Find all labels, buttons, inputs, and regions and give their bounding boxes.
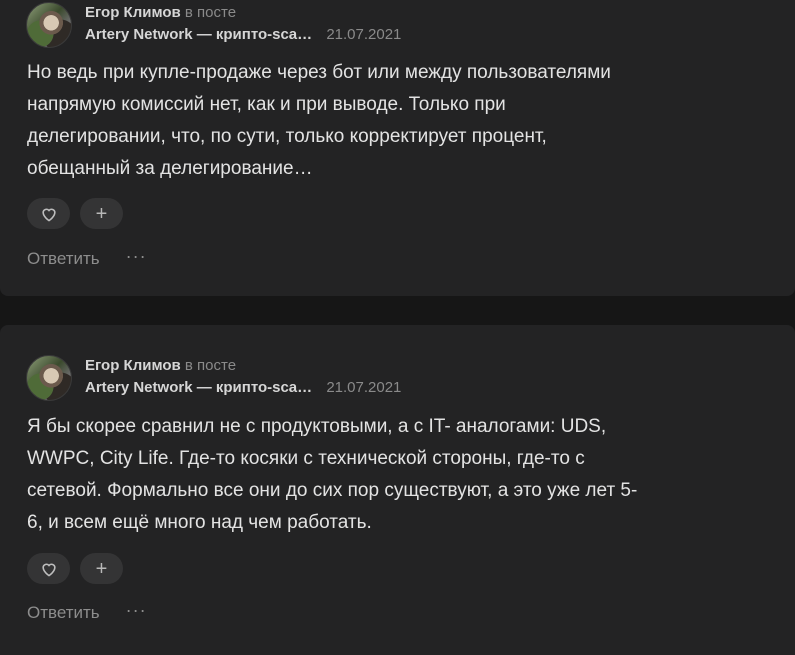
comment-date[interactable]: 21.07.2021 [326,379,401,396]
comment-card: Егор Климов в посте Artery Network — кри… [0,0,795,296]
comment-actions: Ответить ··· [27,601,147,623]
comment-actions: Ответить ··· [27,247,147,269]
reply-button[interactable]: Ответить [27,249,100,269]
comment-header: Егор Климов в посте Artery Network — кри… [26,2,401,48]
more-options-icon[interactable]: ··· [126,247,147,265]
reactions-bar: + [27,198,123,229]
heart-icon [40,206,58,222]
comment-body-line: 6, и всем ещё много над чем работать. [27,512,372,533]
comment-body-line: Я бы скорее сравнил не с продуктовыми, а… [27,416,607,437]
author-name[interactable]: Егор Климов [85,4,181,21]
comment-meta: Егор Климов в посте Artery Network — кри… [85,357,401,397]
author-line: Егор Климов в посте [85,357,401,375]
more-options-icon[interactable]: ··· [126,601,147,619]
comment-card: Егор Климов в посте Artery Network — кри… [0,325,795,655]
comment-body: Но ведь при купле-продаже через бот или … [27,57,747,185]
comment-body-line: напрямую комиссий нет, как и при выводе.… [27,94,506,115]
post-title-link[interactable]: Artery Network — крипто-sca… [85,26,312,43]
in-post-label: в посте [184,357,237,374]
post-title-link[interactable]: Artery Network — крипто-sca… [85,379,312,396]
avatar[interactable] [26,355,72,401]
comment-body-line: обещанный за делегирование… [27,158,313,179]
like-button[interactable] [27,198,70,229]
plus-icon: + [95,557,108,580]
author-name[interactable]: Егор Климов [85,357,181,374]
author-line: Егор Климов в посте [85,4,401,22]
comment-meta: Егор Климов в посте Artery Network — кри… [85,4,401,44]
avatar[interactable] [26,2,72,48]
plus-icon: + [95,202,108,225]
comment-body: Я бы скорее сравнил не с продуктовыми, а… [27,411,747,539]
comment-date[interactable]: 21.07.2021 [326,26,401,43]
comment-body-line: WWPC, City Life. Где-то косяки с техниче… [27,448,585,469]
add-reaction-button[interactable]: + [80,553,123,584]
reactions-bar: + [27,553,123,584]
heart-icon [40,561,58,577]
reply-button[interactable]: Ответить [27,603,100,623]
comment-header: Егор Климов в посте Artery Network — кри… [26,355,401,401]
comment-body-line: Но ведь при купле-продаже через бот или … [27,62,611,83]
comment-body-line: делегировании, что, по сути, только корр… [27,126,547,147]
comment-body-line: сетевой. Формально все они до сих пор су… [27,480,638,501]
post-line: Artery Network — крипто-sca… 21.07.2021 [85,379,401,397]
in-post-label: в посте [184,4,237,21]
like-button[interactable] [27,553,70,584]
add-reaction-button[interactable]: + [80,198,123,229]
post-line: Artery Network — крипто-sca… 21.07.2021 [85,26,401,44]
